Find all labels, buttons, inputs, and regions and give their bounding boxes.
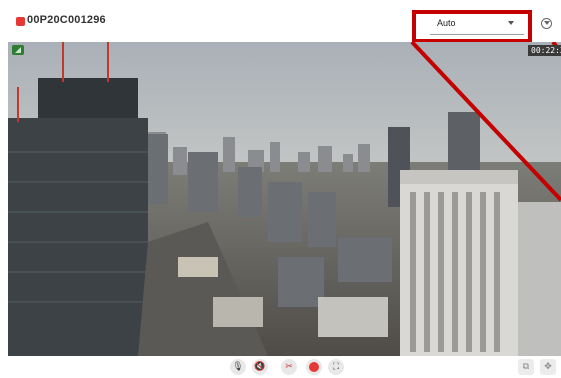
popout-icon[interactable]: ⧉ bbox=[518, 359, 534, 375]
ptz-icon[interactable]: ✥ bbox=[540, 359, 556, 375]
record-stop-icon bbox=[309, 362, 319, 372]
collapse-chevron-icon[interactable] bbox=[541, 18, 552, 29]
device-id-label: 00P20C001296 bbox=[27, 14, 106, 26]
status-dot-icon bbox=[16, 17, 25, 26]
record-stop-button[interactable] bbox=[306, 359, 322, 375]
snapshot-icon[interactable]: ✂ bbox=[281, 359, 297, 375]
highlight-annotation-box bbox=[412, 10, 532, 43]
video-timestamp: 00:22:30 bbox=[528, 45, 561, 56]
camera-header: 00P20C001296 Auto bbox=[0, 0, 561, 43]
mic-mute-icon[interactable]: 🎙 bbox=[230, 359, 246, 375]
live-video-feed[interactable]: 00:22:30 bbox=[8, 42, 561, 356]
city-skyline-image bbox=[8, 42, 561, 356]
video-control-bar: 🎙 🔇 ✂ ⛶ ⧉ ✥ bbox=[0, 356, 561, 378]
speaker-mute-icon[interactable]: 🔇 bbox=[252, 359, 268, 375]
signal-icon bbox=[12, 45, 24, 55]
fullscreen-icon[interactable]: ⛶ bbox=[328, 359, 344, 375]
